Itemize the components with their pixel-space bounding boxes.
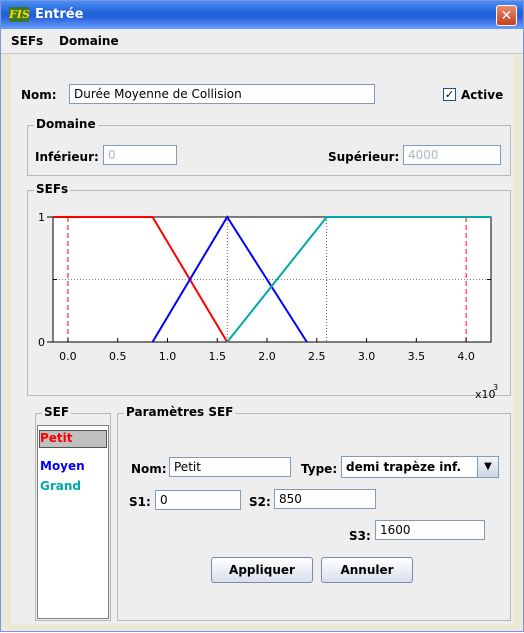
params-group-title: Paramètres SEF [124, 405, 236, 419]
x-axis-multiplier-exponent: 3 [493, 383, 498, 392]
cancel-button[interactable]: Annuler [321, 557, 413, 583]
apply-button[interactable]: Appliquer [211, 557, 313, 583]
x-tick-label: 0.0 [59, 350, 77, 363]
param-nom-input[interactable]: Petit [169, 457, 291, 477]
list-item-grand[interactable]: Grand [40, 479, 81, 493]
x-tick-label: 1.0 [159, 350, 177, 363]
chevron-down-icon[interactable]: ▼ [477, 457, 498, 477]
x-tick-label: 2.0 [258, 350, 276, 363]
s3-label: S3: [349, 529, 371, 543]
s1-label: S1: [129, 495, 151, 509]
type-value: demi trapèze inf. [346, 460, 462, 474]
s3-input[interactable]: 1600 [375, 520, 485, 540]
type-label: Type: [301, 462, 338, 476]
x-tick-label: 1.5 [209, 350, 227, 363]
x-tick-label: 4.0 [457, 350, 475, 363]
x-tick-label: 3.0 [358, 350, 376, 363]
sef-list-title: SEF [42, 405, 72, 419]
list-item-moyen[interactable]: Moyen [40, 459, 85, 473]
param-nom-label: Nom: [131, 462, 167, 476]
x-tick-label: 3.5 [408, 350, 426, 363]
s1-input[interactable]: 0 [155, 490, 241, 510]
s2-input[interactable]: 850 [274, 489, 376, 509]
list-item-petit[interactable]: Petit [40, 431, 73, 445]
x-tick-label: 0.5 [109, 350, 127, 363]
window: FIS Entrée ✕ SEFs Domaine Nom: Durée Moy… [0, 0, 524, 632]
y-tick-label: 1 [38, 211, 45, 224]
y-tick-label: 0 [38, 336, 45, 349]
type-select[interactable]: demi trapèze inf. ▼ [341, 456, 499, 478]
params-group: Paramètres SEF [117, 405, 511, 621]
s2-label: S2: [249, 495, 271, 509]
sef-listbox[interactable]: Petit Moyen Grand [37, 425, 109, 619]
x-tick-label: 2.5 [308, 350, 326, 363]
